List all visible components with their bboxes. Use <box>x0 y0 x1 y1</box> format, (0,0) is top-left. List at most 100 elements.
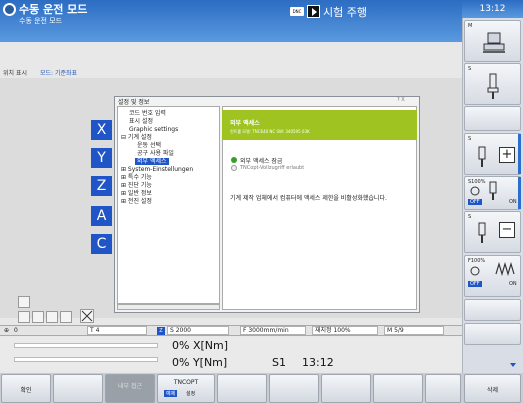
axis-z-label: Z <box>91 176 112 196</box>
softkey-s-label: S <box>468 66 472 72</box>
tncopt-button[interactable]: TNCOPT 예제 설정 <box>157 374 215 403</box>
m-label: M 5/9 <box>387 327 404 334</box>
panel-subtitle: 컨트롤 모델: TNC640 NC SW: 340595 03K <box>230 129 310 134</box>
machine-icon <box>483 32 505 53</box>
softkey-s-minus-label: S <box>468 214 472 220</box>
plus-icon: + <box>499 147 515 163</box>
delete-button[interactable]: 삭제 <box>464 374 521 403</box>
minus-icon: − <box>499 222 515 238</box>
tncopt-setting-label: 설정 <box>186 391 196 397</box>
y-load-readout: 0% Y[Nm] <box>172 356 228 369</box>
breadcrumb-link[interactable]: 모드: 기준좌표 <box>40 68 77 77</box>
softkey-spindle-minus[interactable]: S − <box>464 211 521 253</box>
softkey-slot-7[interactable] <box>321 374 371 403</box>
softkey-f-override-label: F100% <box>468 258 486 264</box>
mini-button-2[interactable] <box>32 311 44 323</box>
axis-c-label: C <box>91 234 112 254</box>
softkey-empty-3[interactable] <box>464 323 521 345</box>
close-box-icon[interactable] <box>80 309 94 323</box>
softkey-slot-2[interactable] <box>53 374 103 403</box>
off-toggle: OFF <box>468 199 482 205</box>
feed-label: F 3000mm/min <box>243 327 289 334</box>
test-run-icon <box>307 5 320 18</box>
tree-item[interactable]: ⊞ 진단 기능 <box>121 182 152 189</box>
dnc-badge: DNC <box>290 7 304 16</box>
rotation-icon <box>470 186 480 196</box>
mode-title: 수동 운전 모드 <box>19 3 88 16</box>
scroll-down-icon[interactable] <box>510 363 516 367</box>
x-load-bar <box>14 343 158 348</box>
spindle-icon <box>478 222 486 243</box>
softkey-slot-9[interactable] <box>425 374 461 403</box>
spindle-status-icon: Z <box>157 327 165 335</box>
mode-subtitle: 수동 운전 모드 <box>19 17 63 25</box>
mode-icon <box>3 3 16 16</box>
status-indicator-icon <box>231 157 237 163</box>
access-lock-radio[interactable]: 외부 액세스 잠금 <box>240 156 282 165</box>
selection-edge <box>518 177 521 209</box>
mini-button-3[interactable] <box>46 311 58 323</box>
tree-item[interactable]: 운동 선택 <box>137 142 161 149</box>
panel-title: 외부 액세스 <box>230 120 260 127</box>
full-access-radio[interactable]: TNCopt-Vollzugriff erlaubt <box>240 165 304 171</box>
softkey-m-function[interactable]: M <box>464 20 521 62</box>
clock: 13:12 <box>462 0 523 18</box>
tree-item[interactable]: ⊞ 일반 정보 <box>121 190 152 197</box>
tool-label: T 4 <box>90 327 100 334</box>
x-load-readout: 0% X[Nm] <box>172 339 229 352</box>
tree-item-selected[interactable]: 외부 액세스 <box>135 158 169 165</box>
axis-x-label: X <box>91 120 112 140</box>
softkey-s-override-label: S100% <box>468 179 486 185</box>
breadcrumb-prefix: 위치 표시 <box>3 70 27 77</box>
softkey-slot-6[interactable] <box>269 374 319 403</box>
softkey-s-plus-label: S <box>468 136 472 142</box>
tree-item[interactable]: ⊞ 특수 기능 <box>121 174 152 181</box>
internal-access-button[interactable]: 내부 접근 <box>105 374 155 403</box>
tncopt-on-toggle: 예제 <box>164 390 178 397</box>
tree-item[interactable]: 코드 번호 입력 <box>129 110 166 117</box>
tree-scrollbar[interactable] <box>117 304 220 310</box>
softkey-empty-1[interactable] <box>464 106 521 131</box>
status-mode-icon: ⊕ <box>4 327 10 334</box>
mini-button-4[interactable] <box>60 311 72 323</box>
softkey-feed-override[interactable]: F100% OFF ON <box>464 255 521 297</box>
tree-item[interactable]: ⊞ System-Einstellungen <box>121 166 193 173</box>
selection-edge <box>518 134 521 174</box>
status-zero-value: 0 <box>14 327 18 334</box>
dialog-help-close[interactable]: ? X <box>397 97 405 103</box>
softkey-spindle-override[interactable]: S100% OFF ON <box>464 176 521 210</box>
y-load-bar <box>14 357 158 362</box>
spindle-icon <box>487 73 499 99</box>
tncopt-label: TNCOPT <box>173 379 199 386</box>
on-toggle: ON <box>509 199 517 205</box>
softkey-spindle-plus[interactable]: S + <box>464 133 521 175</box>
feed-wave-icon <box>495 262 515 276</box>
substatus-radio-icon <box>231 165 237 171</box>
panel-message: 기계 제작 업체에서 컴퓨터에 액세스 제한을 비활성화했습니다. <box>230 195 387 202</box>
softkey-m-label: M <box>468 23 473 29</box>
tree-item[interactable]: Graphic settings <box>129 126 178 133</box>
override-label: 재지정 100% <box>315 327 351 334</box>
refresh-icon[interactable] <box>18 296 30 308</box>
time-readout: 13:12 <box>302 356 334 369</box>
tree-item[interactable]: 표시 설정 <box>129 118 153 125</box>
delete-label: 삭제 <box>486 387 499 394</box>
mini-button-1[interactable] <box>18 311 30 323</box>
softkey-slot-5[interactable] <box>217 374 267 403</box>
tree-item[interactable]: ⊟ 기계 설정 <box>121 134 152 141</box>
confirm-label: 확인 <box>20 387 32 394</box>
softkey-s-function[interactable]: S <box>464 63 521 105</box>
tree-item[interactable]: 공구 사용 파일 <box>137 150 174 157</box>
s1-label: S1 <box>272 356 286 369</box>
close-icon <box>81 310 93 322</box>
off-toggle: OFF <box>468 281 482 287</box>
axis-y-label: Y <box>91 148 112 168</box>
softkey-empty-2[interactable] <box>464 299 521 321</box>
tree-item[interactable]: ⊞ 전진 설정 <box>121 198 152 205</box>
internal-access-label: 내부 접근 <box>118 383 142 390</box>
rotation-icon <box>470 266 480 276</box>
on-toggle: ON <box>509 281 517 287</box>
confirm-button[interactable]: 확인 <box>1 374 51 403</box>
softkey-slot-8[interactable] <box>373 374 423 403</box>
spindle-label: S 2000 <box>170 327 191 334</box>
